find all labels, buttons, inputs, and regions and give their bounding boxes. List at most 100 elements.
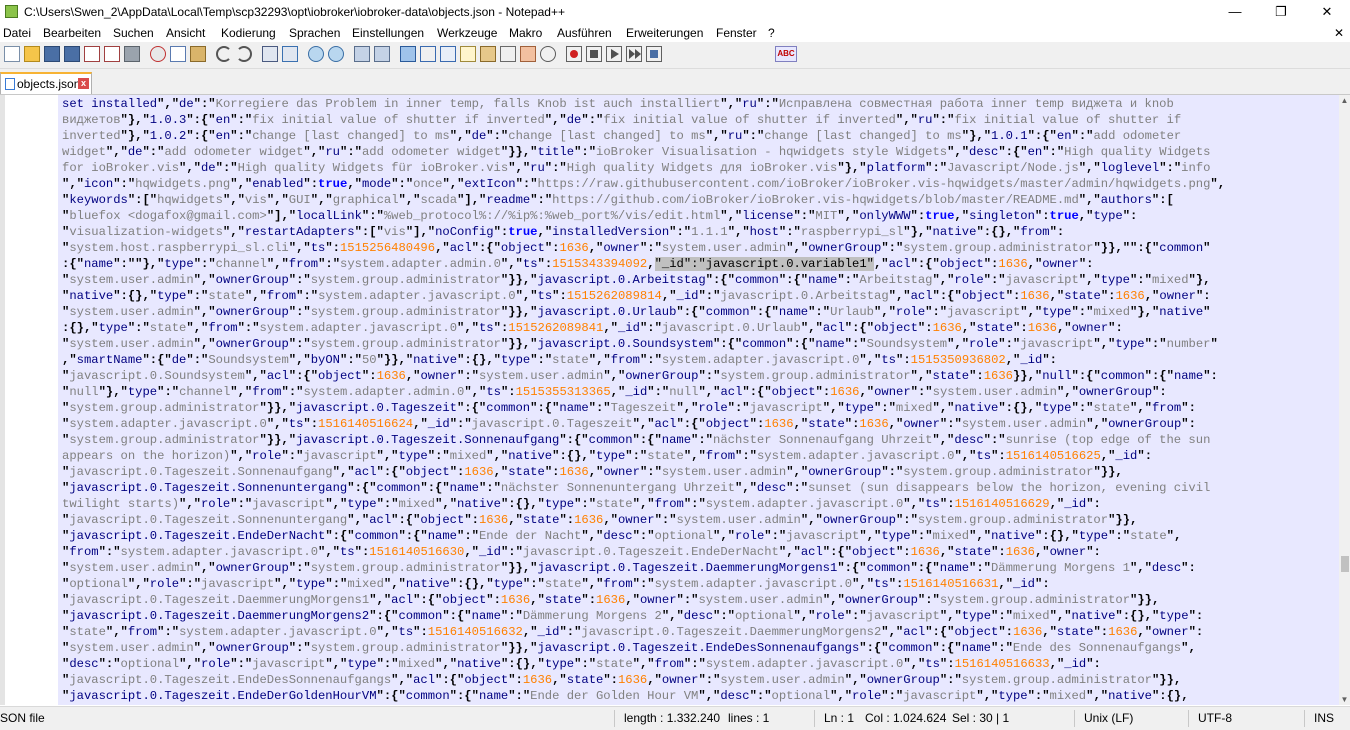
- all-chars-icon[interactable]: [420, 46, 436, 62]
- code-line[interactable]: "javascript.0.Tageszeit.EndeDerNacht":{"…: [62, 528, 1181, 544]
- play-macro-icon[interactable]: [606, 46, 622, 62]
- replace-icon[interactable]: [282, 46, 298, 62]
- code-line[interactable]: ","icon":"hqwidgets.png","enabled":true,…: [62, 176, 1225, 192]
- menu-makro[interactable]: Makro: [509, 26, 542, 40]
- fold-margin[interactable]: [5, 95, 59, 705]
- code-line[interactable]: "system.host.raspberrypi_sl.cli","ts":15…: [62, 240, 1210, 256]
- scroll-up-arrow-icon[interactable]: ▲: [1340, 95, 1349, 106]
- stop-record-icon[interactable]: [586, 46, 602, 62]
- code-area[interactable]: set installed","de":"Korregiere das Prob…: [58, 95, 1339, 705]
- code-line[interactable]: "javascript.0.Tageszeit.DaemmerungMorgen…: [62, 592, 1159, 608]
- vertical-scrollbar[interactable]: ▲ ▼: [1339, 95, 1350, 705]
- tab-close-icon[interactable]: x: [78, 78, 89, 89]
- undo-icon[interactable]: [216, 46, 232, 62]
- code-line[interactable]: "javascript.0.Tageszeit.Sonnenuntergang"…: [62, 512, 1137, 528]
- menu-erweiterungen[interactable]: Erweiterungen: [626, 26, 703, 40]
- status-eol[interactable]: Unix (LF): [1084, 711, 1133, 725]
- menu-help[interactable]: ?: [768, 26, 775, 40]
- code-line[interactable]: :{},"type":"state","from":"system.adapte…: [62, 320, 1123, 336]
- code-line[interactable]: "javascript.0.Tageszeit.DaemmerungMorgen…: [62, 608, 1203, 624]
- menu-suchen[interactable]: Suchen: [113, 26, 154, 40]
- menu-sprachen[interactable]: Sprachen: [289, 26, 340, 40]
- menu-einstellungen[interactable]: Einstellungen: [352, 26, 424, 40]
- spellcheck-icon[interactable]: ABC: [775, 46, 797, 62]
- code-line[interactable]: "desc":"optional","role":"javascript","t…: [62, 656, 1101, 672]
- code-line[interactable]: "system.user.admin","ownerGroup":"system…: [62, 304, 1211, 320]
- scroll-down-arrow-icon[interactable]: ▼: [1340, 694, 1349, 705]
- sync-vertical-icon[interactable]: [354, 46, 370, 62]
- code-token: ",": [303, 145, 326, 159]
- cut-icon[interactable]: [150, 46, 166, 62]
- code-line[interactable]: set installed","de":"Korregiere das Prob…: [62, 96, 1174, 112]
- word-wrap-icon[interactable]: [400, 46, 416, 62]
- menu-kodierung[interactable]: Kodierung: [221, 26, 276, 40]
- menu-ansicht[interactable]: Ansicht: [166, 26, 205, 40]
- function-list-icon[interactable]: [500, 46, 516, 62]
- selected-text[interactable]: "_id":"javascript.0.variable1": [654, 257, 874, 271]
- scrollbar-thumb[interactable]: [1341, 556, 1349, 572]
- maximize-button[interactable]: ❐: [1258, 0, 1304, 24]
- minimize-button[interactable]: —: [1212, 0, 1258, 24]
- code-line[interactable]: "system.group.administrator"}},"javascri…: [62, 400, 1196, 416]
- code-line[interactable]: :{"name":""},"type":"channel","from":"sy…: [62, 256, 1094, 272]
- editor[interactable]: set installed","de":"Korregiere das Prob…: [0, 95, 1339, 705]
- menu-fenster[interactable]: Fenster: [716, 26, 757, 40]
- doc-map-icon[interactable]: [480, 46, 496, 62]
- code-line[interactable]: inverted"},"1.0.2":{"en":"change [last c…: [62, 128, 1181, 144]
- status-encoding[interactable]: UTF-8: [1198, 711, 1232, 725]
- tab-objects-json[interactable]: objects.json x: [0, 72, 92, 94]
- code-line[interactable]: "javascript.0.Tageszeit.EndeDerGoldenHou…: [62, 688, 1189, 704]
- code-line[interactable]: виджетов"},"1.0.3":{"en":"fix initial va…: [62, 112, 1181, 128]
- code-line[interactable]: "system.adapter.javascript.0","ts":15161…: [62, 416, 1196, 432]
- code-line[interactable]: "javascript.0.Tageszeit.EndeDesSonnenauf…: [62, 672, 1181, 688]
- udl-icon[interactable]: [460, 46, 476, 62]
- sync-horizontal-icon[interactable]: [374, 46, 390, 62]
- close-document-button[interactable]: ✕: [1334, 26, 1344, 40]
- code-line[interactable]: appears on the horizon)","role":"javascr…: [62, 448, 1152, 464]
- zoom-in-icon[interactable]: [308, 46, 324, 62]
- close-all-icon[interactable]: [104, 46, 120, 62]
- code-line[interactable]: "javascript.0.Tageszeit.Sonnenaufgang","…: [62, 464, 1123, 480]
- code-line[interactable]: "system.user.admin","ownerGroup":"system…: [62, 560, 1196, 576]
- code-line[interactable]: ,"smartName":{"de":"Soundsystem","byON":…: [62, 352, 1057, 368]
- menu-bearbeiten[interactable]: Bearbeiten: [43, 26, 101, 40]
- code-line[interactable]: "null"},"type":"channel","from":"system.…: [62, 384, 1167, 400]
- new-file-icon[interactable]: [4, 46, 20, 62]
- print-icon[interactable]: [124, 46, 140, 62]
- menu-datei[interactable]: Datei: [3, 26, 31, 40]
- close-window-button[interactable]: ✕: [1304, 0, 1350, 24]
- code-line[interactable]: "bluefox <dogafox@gmail.com>"],"localLin…: [62, 208, 1137, 224]
- record-macro-icon[interactable]: [566, 46, 582, 62]
- code-line[interactable]: "optional","role":"javascript","type":"m…: [62, 576, 1050, 592]
- open-file-icon[interactable]: [24, 46, 40, 62]
- code-line[interactable]: twilight starts)","role":"javascript","t…: [62, 496, 1101, 512]
- save-all-icon[interactable]: [64, 46, 80, 62]
- indent-guide-icon[interactable]: [440, 46, 456, 62]
- code-line[interactable]: "system.user.admin","ownerGroup":"system…: [62, 640, 1196, 656]
- monitor-icon[interactable]: [540, 46, 556, 62]
- close-icon[interactable]: [84, 46, 100, 62]
- code-line[interactable]: for ioBroker.vis","de":"High quality Wid…: [62, 160, 1210, 176]
- code-line[interactable]: "from":"system.adapter.javascript.0","ts…: [62, 544, 1101, 560]
- folder-workspace-icon[interactable]: [520, 46, 536, 62]
- menu-ausfuehren[interactable]: Ausführen: [557, 26, 612, 40]
- menu-werkzeuge[interactable]: Werkzeuge: [437, 26, 497, 40]
- find-icon[interactable]: [262, 46, 278, 62]
- redo-icon[interactable]: [236, 46, 252, 62]
- code-line[interactable]: "system.user.admin","ownerGroup":"system…: [62, 336, 1218, 352]
- play-multiple-icon[interactable]: [626, 46, 642, 62]
- code-line[interactable]: "javascript.0.Soundsystem","acl":{"objec…: [62, 368, 1218, 384]
- code-line[interactable]: "native":{},"type":"state","from":"syste…: [62, 288, 1211, 304]
- save-macro-icon[interactable]: [646, 46, 662, 62]
- code-line[interactable]: "system.group.administrator"}},"javascri…: [62, 432, 1210, 448]
- save-icon[interactable]: [44, 46, 60, 62]
- code-line[interactable]: "javascript.0.Tageszeit.Sonnenuntergang"…: [62, 480, 1210, 496]
- copy-icon[interactable]: [170, 46, 186, 62]
- code-line[interactable]: "visualization-widgets","restartAdapters…: [62, 224, 1064, 240]
- code-line[interactable]: "system.user.admin","ownerGroup":"system…: [62, 272, 1210, 288]
- zoom-out-icon[interactable]: [328, 46, 344, 62]
- code-line[interactable]: "keywords":["hqwidgets","vis","GUI","gra…: [62, 192, 1174, 208]
- code-line[interactable]: "state","from":"system.adapter.javascrip…: [62, 624, 1203, 640]
- code-line[interactable]: widget","de":"add odometer widget","ru":…: [62, 144, 1210, 160]
- paste-icon[interactable]: [190, 46, 206, 62]
